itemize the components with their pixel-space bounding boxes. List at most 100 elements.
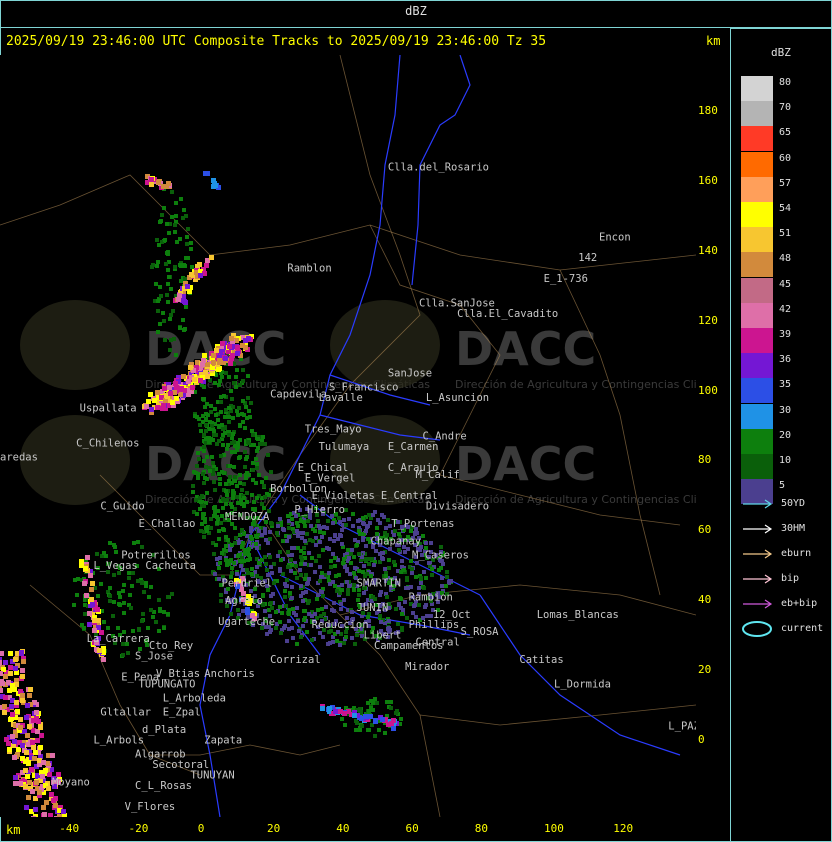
km-unit-label-bottom: km	[6, 823, 21, 837]
place-label: Zapata	[204, 735, 242, 747]
x-tick-label: 0	[197, 822, 205, 835]
y-tick-label: 140	[698, 243, 718, 257]
legend-swatch	[741, 176, 773, 202]
legend-swatch	[741, 151, 773, 177]
place-label: Mirador	[405, 661, 449, 673]
place-label: Cacheuta	[145, 560, 196, 572]
track-legend-label: 30HM	[781, 523, 806, 534]
legend-value-label: 54	[779, 203, 792, 214]
legend-value-label: 30	[779, 404, 792, 416]
place-label: Anchoris	[204, 668, 255, 680]
place-label: L_Asuncion	[426, 392, 489, 404]
place-label: Gltallar	[100, 707, 151, 719]
place-label: E_Carmen	[388, 441, 439, 453]
place-label: Tulumaya	[319, 441, 370, 453]
place-label: 142	[578, 252, 597, 264]
place-label: T_Portenas	[391, 518, 454, 530]
legend-value-label: 39	[779, 329, 792, 340]
legend-swatch	[741, 454, 773, 479]
legend-title: dBZ	[771, 46, 791, 59]
place-label: 12_Oct	[433, 609, 471, 621]
x-tick-label: 80	[474, 822, 489, 835]
legend-value-label: 51	[779, 228, 792, 240]
y-tick-label: 80	[698, 453, 712, 467]
place-label: Agrelo	[225, 595, 263, 607]
place-label: Catitas	[519, 654, 563, 666]
dacc-watermark-text: DACC	[455, 322, 596, 376]
place-label: JUNIN	[357, 602, 389, 614]
legend-swatch	[741, 227, 773, 253]
dacc-watermark-subtitle: Dirección de Agricultura y Contingencias…	[455, 493, 696, 506]
place-label: L_Arboleda	[163, 693, 226, 705]
place-label: M_Caseros	[412, 549, 469, 561]
place-label: Encon	[599, 231, 631, 243]
place-label: Perdriel	[222, 577, 273, 589]
legend-swatch	[741, 428, 773, 454]
legend-swatch	[741, 328, 773, 353]
y-tick-label: 0	[698, 733, 705, 747]
place-label: SMARTIN	[357, 577, 401, 589]
place-label: L_Dormida	[554, 679, 611, 691]
current-ellipse-icon	[742, 621, 772, 637]
place-label: Reduccion	[312, 619, 369, 631]
legend-value-label: 42	[779, 303, 792, 315]
legend-value-label: 36	[779, 354, 792, 366]
legend-value-label: 45	[779, 278, 792, 290]
place-label: C_Guido	[100, 500, 144, 512]
legend-value-label: 60	[779, 152, 792, 164]
legend-swatch	[741, 353, 773, 379]
place-label: E_Zpal	[163, 707, 201, 719]
place-label: Clla.del_Rosario	[388, 161, 489, 173]
x-tick-label: 100	[544, 822, 564, 835]
dacc-logo-icon	[20, 300, 130, 390]
y-tick-label: 100	[698, 383, 718, 397]
legend-swatch	[741, 252, 773, 278]
x-tick-label: 60	[405, 822, 419, 835]
place-label: Chapanay	[371, 535, 422, 547]
place-label: Uspallata	[80, 403, 137, 415]
place-label: aredas	[0, 451, 38, 463]
legend-value-label: 5	[779, 480, 786, 492]
x-tick-label: -20	[128, 822, 149, 835]
track-legend-label: eb+bip	[781, 598, 818, 609]
place-label: Ugarteche	[218, 616, 275, 628]
legend-swatch	[741, 202, 773, 227]
place-label: C_L_Rosas	[135, 780, 192, 792]
place-label: S_Jose	[135, 651, 173, 663]
legend-value-label: 70	[779, 102, 792, 114]
place-label: Ramblon	[287, 263, 331, 275]
place-label: E_Violetas	[312, 490, 375, 502]
dacc-watermark-text: DACC	[455, 437, 596, 491]
track-arrow-icon	[743, 524, 773, 534]
x-tick-label: 40	[336, 822, 350, 835]
place-label: E_Challao	[139, 518, 196, 530]
y-tick-label: 180	[698, 103, 718, 117]
legend-value-label: 57	[779, 177, 792, 189]
track-legend-label: current	[781, 623, 824, 634]
radar-map[interactable]: DACC Dirección de Agricultura y Contingen…	[0, 55, 696, 817]
legend-value-label: 35	[779, 379, 792, 391]
legend-swatch	[741, 101, 773, 127]
place-label: L_Vegas	[93, 560, 137, 572]
place-label: Clla.El_Cavadito	[457, 308, 558, 320]
place-label: TUNUYAN	[190, 770, 234, 782]
place-label: Corrizal	[270, 654, 321, 666]
legend-swatch	[741, 302, 773, 328]
place-label: P_Hierro	[294, 504, 345, 516]
legend-value-label: 65	[779, 127, 792, 139]
place-label: M_Calif	[416, 469, 460, 481]
track-arrow-icon	[743, 599, 773, 609]
place-label: S_ROSA	[461, 626, 500, 638]
place-label: Phillips	[409, 619, 460, 631]
legend-value-label: 48	[779, 253, 792, 265]
place-label: Divisadero	[426, 500, 489, 512]
y-tick-label: 20	[698, 663, 712, 677]
place-label: Central	[416, 637, 460, 649]
legend-value-label: 20	[779, 429, 792, 441]
place-label: Rambion	[409, 591, 453, 603]
legend-value-label: 80	[779, 77, 792, 88]
x-tick-label: 20	[267, 822, 281, 835]
place-label: d_Plata	[142, 724, 186, 736]
legend-swatch	[741, 277, 773, 303]
window-title: dBZ	[405, 4, 427, 18]
